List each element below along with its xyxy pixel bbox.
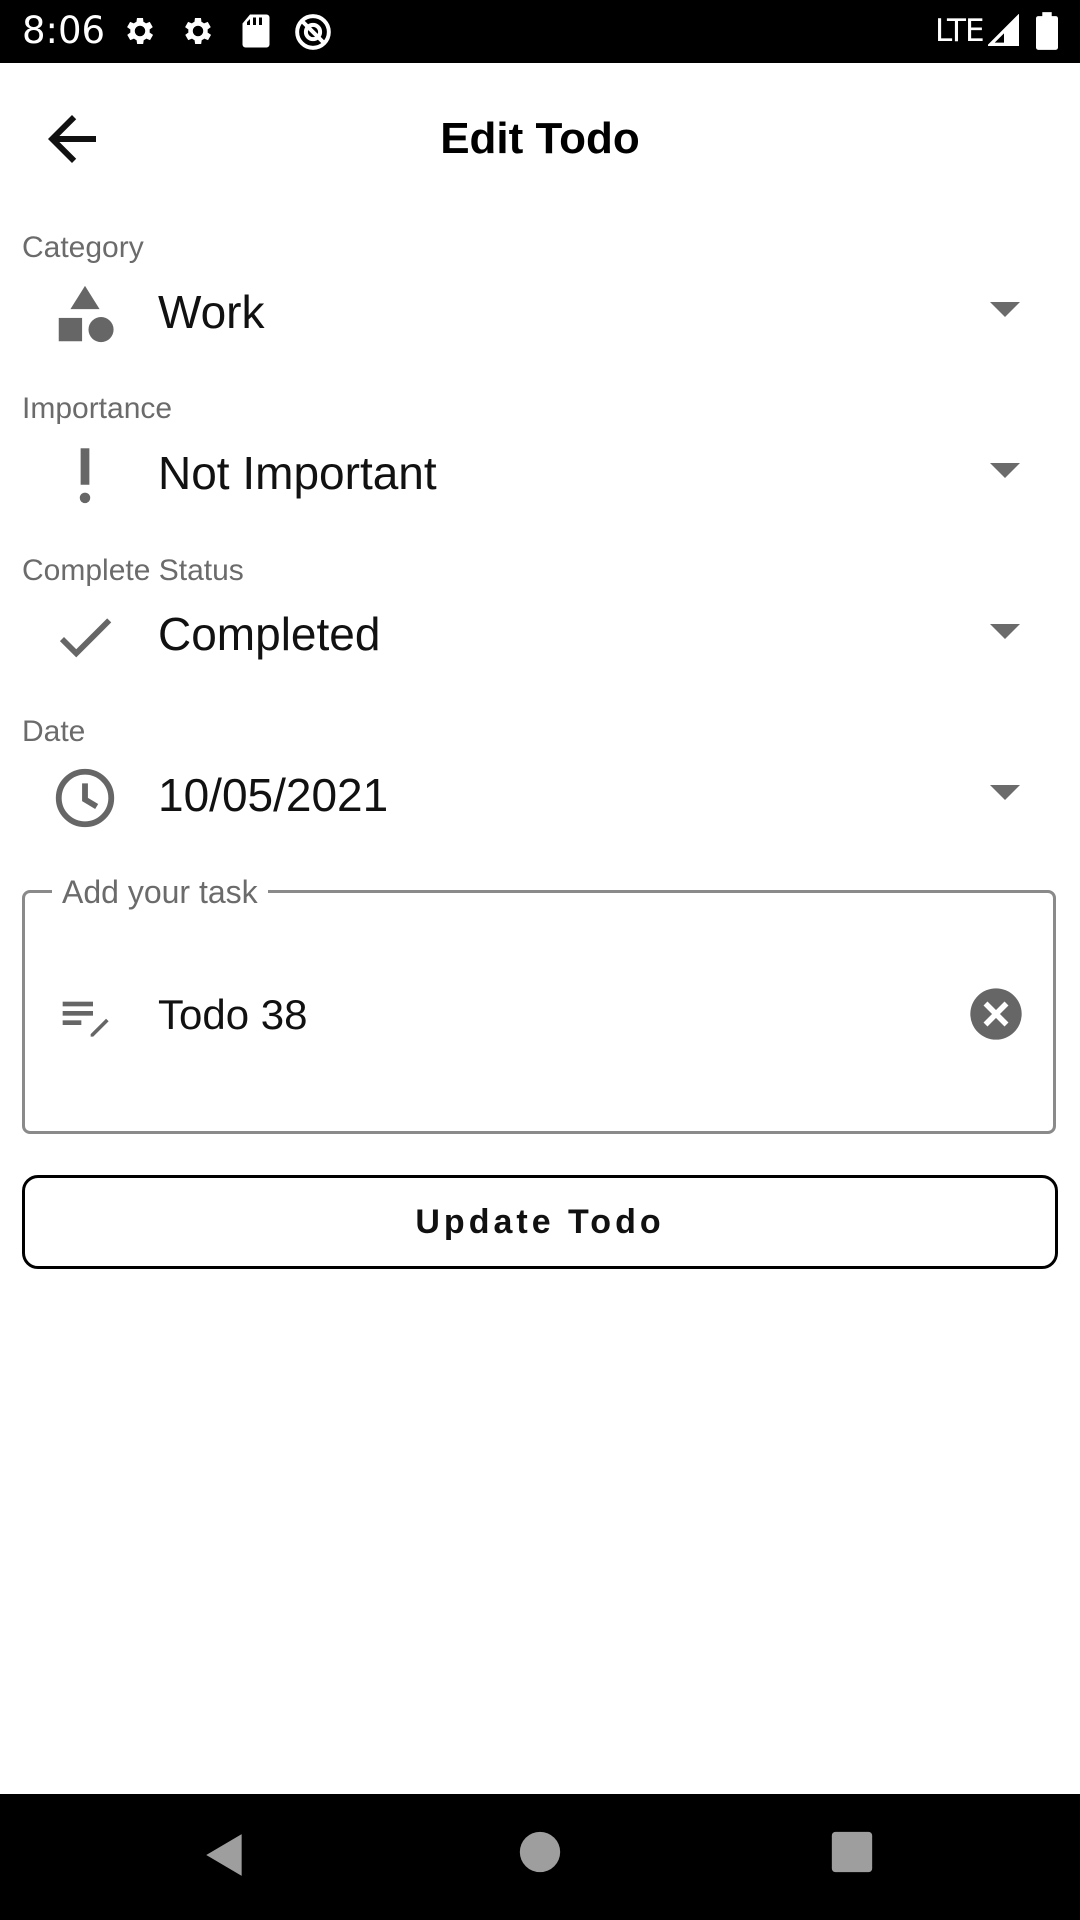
category-dropdown[interactable]: Work bbox=[0, 262, 1080, 362]
status-dropdown[interactable]: Completed bbox=[0, 584, 1080, 684]
date-dropdown[interactable]: 10/05/2021 bbox=[0, 745, 1080, 845]
importance-label: Importance bbox=[22, 392, 173, 425]
app-bar: Edit Todo bbox=[0, 63, 1080, 213]
page-title: Edit Todo bbox=[440, 114, 640, 163]
clear-button[interactable] bbox=[968, 986, 1024, 1042]
nav-recents-icon bbox=[831, 1831, 873, 1873]
settings-icon bbox=[180, 13, 216, 54]
network-type: LTE bbox=[935, 13, 985, 49]
importance-dropdown[interactable]: Not Important bbox=[0, 423, 1080, 523]
dropdown-arrow-icon bbox=[990, 624, 1020, 639]
sd-card-icon bbox=[240, 13, 272, 54]
settings-icon bbox=[122, 13, 158, 54]
task-input[interactable] bbox=[158, 985, 948, 1045]
category-shapes-icon bbox=[58, 285, 114, 343]
dropdown-arrow-icon bbox=[990, 302, 1020, 317]
date-value: 10/05/2021 bbox=[158, 769, 389, 821]
check-icon bbox=[59, 618, 112, 658]
status-time: 8:06 bbox=[22, 9, 106, 52]
priority-exclamation-icon bbox=[79, 448, 91, 504]
dropdown-arrow-icon bbox=[990, 785, 1020, 800]
nav-back-icon bbox=[206, 1834, 242, 1876]
dropdown-arrow-icon bbox=[990, 463, 1020, 478]
nav-recents-button[interactable] bbox=[830, 1830, 874, 1874]
task-label: Add your task bbox=[52, 872, 268, 912]
status-bar: 8:06 LTE bbox=[0, 0, 1080, 63]
category-label: Category bbox=[22, 231, 144, 264]
category-value: Work bbox=[158, 286, 265, 338]
signal-icon bbox=[986, 13, 1020, 53]
do-not-disturb-icon bbox=[294, 13, 332, 56]
importance-value: Not Important bbox=[158, 447, 437, 499]
battery-icon bbox=[1036, 12, 1058, 55]
nav-home-icon bbox=[519, 1831, 561, 1873]
clock-icon bbox=[55, 768, 115, 828]
navigation-bar bbox=[0, 1794, 1080, 1920]
nav-home-button[interactable] bbox=[518, 1830, 562, 1874]
update-todo-button[interactable]: Update Todo bbox=[22, 1175, 1058, 1269]
clear-circle-icon bbox=[970, 988, 1022, 1040]
edit-note-icon bbox=[62, 1001, 109, 1037]
status-value: Completed bbox=[158, 608, 381, 660]
nav-back-button[interactable] bbox=[200, 1830, 250, 1880]
